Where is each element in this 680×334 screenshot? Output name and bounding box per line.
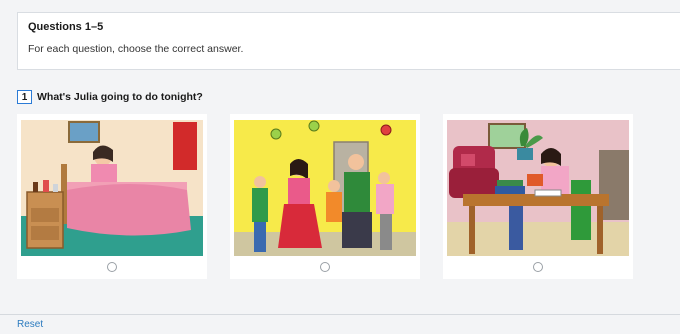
footer-divider bbox=[0, 314, 680, 315]
option-b-radio[interactable] bbox=[320, 262, 330, 272]
option-a-radio[interactable] bbox=[107, 262, 117, 272]
answer-option-a[interactable] bbox=[17, 114, 207, 279]
instructions-panel: Questions 1–5 For each question, choose … bbox=[17, 12, 680, 70]
option-c-radio[interactable] bbox=[533, 262, 543, 272]
dancing-at-party-picture bbox=[234, 120, 416, 256]
instructions-text: For each question, choose the correct an… bbox=[28, 43, 244, 55]
instructions-title: Questions 1–5 bbox=[28, 21, 104, 33]
reset-link[interactable]: Reset bbox=[17, 319, 43, 330]
reading-at-table-picture bbox=[447, 120, 629, 256]
answer-option-b[interactable] bbox=[230, 114, 420, 279]
question-text: What's Julia going to do tonight? bbox=[37, 91, 203, 103]
sleeping-in-bed-picture bbox=[21, 120, 203, 256]
question-row: 1 What's Julia going to do tonight? bbox=[17, 90, 203, 104]
question-number: 1 bbox=[17, 90, 32, 104]
answer-option-c[interactable] bbox=[443, 114, 633, 279]
